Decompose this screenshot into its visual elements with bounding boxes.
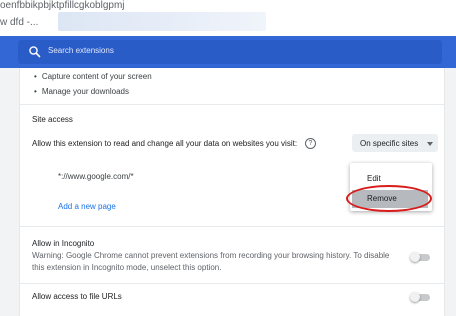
search-icon[interactable] <box>28 45 42 59</box>
tab-fragment: w dfd -... <box>0 17 39 28</box>
menu-item-edit[interactable]: Edit <box>350 172 432 186</box>
add-new-page-link[interactable]: Add a new page <box>58 202 116 211</box>
annotation-circle <box>346 185 432 212</box>
allowed-site-url: *://www.google.com/* <box>58 172 134 181</box>
incognito-toggle-knob[interactable] <box>410 252 420 262</box>
permission-item: Manage your downloads <box>34 87 129 96</box>
site-access-title: Site access <box>32 115 73 124</box>
permission-item: Capture content of your screen <box>34 72 152 81</box>
divider <box>20 226 444 227</box>
site-access-prompt: Allow this extension to read and change … <box>32 139 298 148</box>
site-access-dropdown[interactable]: On specific sites <box>352 134 438 152</box>
divider <box>20 283 444 284</box>
url-fragment: oenfbbikpbjktpfillcgkoblgpmj <box>0 0 125 11</box>
file-urls-toggle-knob[interactable] <box>410 292 420 302</box>
search-placeholder: Search extensions <box>48 46 114 55</box>
divider <box>20 104 444 105</box>
blurred-region <box>58 12 266 31</box>
help-icon[interactable]: ? <box>305 138 316 149</box>
chevron-down-icon <box>427 142 433 146</box>
incognito-warning-line2: this extension in Incognito mode, unsele… <box>32 263 222 272</box>
file-urls-title: Allow access to file URLs <box>32 292 122 301</box>
incognito-title: Allow in Incognito <box>32 239 95 248</box>
incognito-warning-line1: Warning: Google Chrome cannot prevent ex… <box>32 251 390 260</box>
